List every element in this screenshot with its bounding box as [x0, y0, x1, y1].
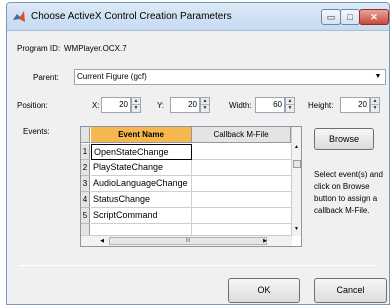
spin-down-icon[interactable]: ▼	[286, 105, 294, 112]
column-header-callback[interactable]: Callback M-File	[192, 127, 291, 143]
row-number: 5	[81, 208, 90, 224]
dialog-window: Choose ActiveX Control Creation Paramete…	[6, 2, 390, 305]
width-spinner[interactable]: ▲ ▼	[285, 97, 295, 113]
table-row[interactable]: 2 PlayStateChange	[81, 160, 291, 176]
event-name-cell[interactable]: OpenStateChange	[91, 144, 192, 160]
table-row[interactable]: 3 AudioLanguageChange	[81, 176, 291, 192]
scroll-down-icon[interactable]: ▼	[292, 225, 301, 234]
x-input[interactable]: 20	[101, 97, 131, 113]
callback-cell[interactable]	[192, 208, 291, 224]
parent-label: Parent:	[33, 73, 59, 82]
help-text: Select event(s) and click on Browse butt…	[314, 170, 383, 215]
y-label: Y:	[157, 101, 165, 110]
cancel-button[interactable]: Cancel	[314, 278, 387, 303]
maximize-button[interactable]: □	[340, 9, 360, 25]
row-number: 2	[81, 160, 90, 176]
scroll-thumb-horizontal[interactable]: III	[109, 237, 267, 245]
height-spinner[interactable]: ▲ ▼	[370, 97, 380, 113]
browse-button[interactable]: Browse	[314, 128, 374, 150]
scroll-left-icon[interactable]: ◀	[97, 236, 107, 246]
spin-up-icon[interactable]: ▲	[371, 98, 379, 105]
height-label: Height:	[308, 101, 334, 110]
event-name-cell[interactable]: ScriptCommand	[91, 208, 192, 224]
table-row[interactable]: 4 StatusChange	[81, 192, 291, 208]
vertical-scrollbar[interactable]: ▲ ▼	[291, 127, 301, 236]
scroll-thumb[interactable]	[293, 160, 301, 168]
y-spinner[interactable]: ▲ ▼	[200, 97, 210, 113]
callback-cell[interactable]	[192, 144, 291, 160]
window-title: Choose ActiveX Control Creation Paramete…	[31, 11, 232, 22]
events-table[interactable]: Event Name Callback M-File 1 OpenStateCh…	[80, 126, 302, 247]
program-id-label: Program ID:	[17, 44, 61, 53]
close-button[interactable]: ✕	[359, 9, 389, 25]
row-number: 4	[81, 192, 90, 208]
scroll-up-icon[interactable]: ▲	[292, 143, 301, 152]
ok-button[interactable]: OK	[228, 278, 300, 303]
position-label: Position:	[17, 101, 48, 110]
spin-down-icon[interactable]: ▼	[132, 105, 140, 112]
events-label: Events:	[23, 127, 50, 136]
parent-dropdown[interactable]: Current Figure (gcf) ▼	[74, 69, 386, 85]
column-header-event-name[interactable]: Event Name	[91, 127, 192, 143]
width-label: Width:	[229, 101, 252, 110]
minimize-button[interactable]: ▭	[321, 9, 341, 25]
x-label: X:	[92, 101, 100, 110]
matlab-logo-icon	[13, 11, 25, 22]
spin-up-icon[interactable]: ▲	[132, 98, 140, 105]
spin-down-icon[interactable]: ▼	[201, 105, 209, 112]
row-number: 1	[81, 144, 90, 160]
separator	[19, 265, 377, 266]
spin-down-icon[interactable]: ▼	[371, 105, 379, 112]
spin-up-icon[interactable]: ▲	[286, 98, 294, 105]
x-spinner[interactable]: ▲ ▼	[131, 97, 141, 113]
y-input[interactable]: 20	[170, 97, 200, 113]
row-number: 3	[81, 176, 90, 192]
event-name-cell[interactable]: AudioLanguageChange	[91, 176, 192, 192]
program-id-value: WMPlayer.OCX.7	[64, 44, 127, 53]
event-name-cell[interactable]: PlayStateChange	[91, 160, 192, 176]
event-name-cell[interactable]: StatusChange	[91, 192, 192, 208]
height-input[interactable]: 20	[340, 97, 370, 113]
width-input[interactable]: 60	[255, 97, 285, 113]
table-corner	[81, 127, 90, 143]
table-row[interactable]: 1 OpenStateChange	[81, 144, 291, 160]
spin-up-icon[interactable]: ▲	[201, 98, 209, 105]
horizontal-scrollbar[interactable]: ◀ III ▶	[81, 235, 292, 246]
chevron-down-icon[interactable]: ▼	[371, 70, 385, 84]
table-row[interactable]: 5 ScriptCommand	[81, 208, 291, 224]
scroll-right-icon[interactable]: ▶	[260, 236, 270, 246]
parent-dropdown-value: Current Figure (gcf)	[77, 72, 147, 81]
callback-cell[interactable]	[192, 176, 291, 192]
title-bar[interactable]: Choose ActiveX Control Creation Paramete…	[7, 3, 389, 31]
callback-cell[interactable]	[192, 192, 291, 208]
callback-cell[interactable]	[192, 160, 291, 176]
